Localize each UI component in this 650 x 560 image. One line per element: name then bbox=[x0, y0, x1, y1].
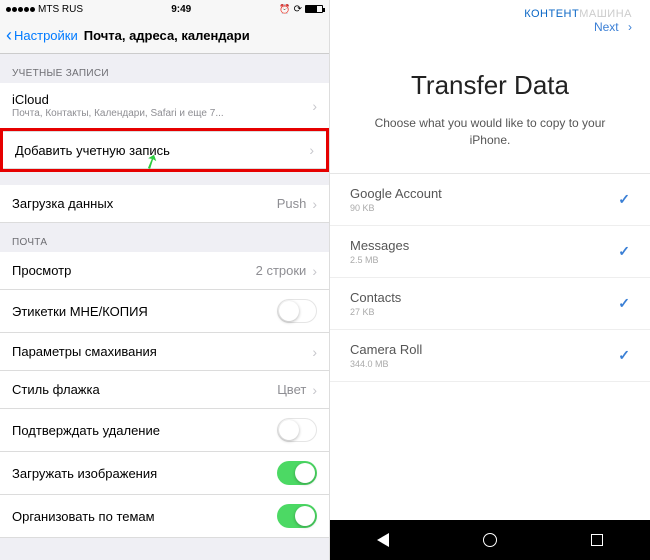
highlight-annotation: Добавить учетную запись › ➚ bbox=[0, 128, 329, 172]
chevron-right-icon[interactable]: › bbox=[625, 20, 632, 34]
watermark-part2: МАШИНА bbox=[579, 8, 632, 20]
cell-title: Подтверждать удаление bbox=[12, 423, 160, 438]
section-header-accounts: УЧЕТНЫЕ ЗАПИСИ bbox=[0, 54, 329, 83]
cell-title: Загружать изображения bbox=[12, 466, 157, 481]
cell-title: Просмотр bbox=[12, 263, 71, 278]
page-title: Почта, адреса, календари bbox=[84, 28, 250, 43]
cell-add-account[interactable]: Добавить учетную запись › bbox=[3, 131, 326, 169]
alarm-icon: ⏰ bbox=[279, 4, 290, 15]
cell-value: Push bbox=[277, 196, 307, 211]
watermark-part1: КОНТЕНТ bbox=[524, 8, 579, 20]
item-size: 27 KB bbox=[350, 307, 401, 317]
back-icon[interactable] bbox=[377, 533, 389, 547]
check-icon: ✓ bbox=[618, 191, 630, 208]
cell-fetch[interactable]: Загрузка данных Push › bbox=[0, 185, 329, 223]
cell-load-images[interactable]: Загружать изображения bbox=[0, 452, 329, 495]
cell-subtitle: Почта, Контакты, Календари, Safari и еще… bbox=[12, 108, 224, 119]
chevron-right-icon: › bbox=[312, 263, 317, 279]
chevron-right-icon: › bbox=[312, 196, 317, 212]
signal-icon bbox=[6, 7, 35, 12]
cell-icloud[interactable]: iCloud Почта, Контакты, Календари, Safar… bbox=[0, 83, 329, 129]
cell-title: iCloud bbox=[12, 92, 224, 107]
next-button[interactable]: Next bbox=[594, 20, 619, 34]
section-header-mail: ПОЧТА bbox=[0, 223, 329, 252]
orientation-lock-icon: ⟳ bbox=[294, 4, 302, 15]
cell-title: Загрузка данных bbox=[12, 196, 113, 211]
cell-value: Цвет bbox=[277, 382, 306, 397]
cell-value: 2 строки bbox=[256, 263, 307, 278]
cell-swipe-options[interactable]: Параметры смахивания › bbox=[0, 333, 329, 371]
ios-settings-screen: MTS RUS 9:49 ⏰ ⟳ ‹ Настройки Почта, адре… bbox=[0, 0, 330, 560]
chevron-right-icon: › bbox=[312, 98, 317, 114]
toggle-load-images[interactable] bbox=[277, 461, 317, 485]
cell-preview[interactable]: Просмотр 2 строки › bbox=[0, 252, 329, 290]
cell-title: Параметры смахивания bbox=[12, 344, 157, 359]
back-button[interactable]: Настройки bbox=[14, 28, 78, 43]
item-size: 2.5 MB bbox=[350, 255, 409, 265]
recent-apps-icon[interactable] bbox=[591, 534, 603, 546]
back-chevron-icon[interactable]: ‹ bbox=[6, 25, 12, 46]
toggle-organize-thread[interactable] bbox=[277, 504, 317, 528]
header: КОНТЕНТМАШИНА bbox=[330, 0, 650, 20]
page-title: Transfer Data bbox=[330, 70, 650, 101]
android-nav-bar bbox=[330, 520, 650, 560]
list-item[interactable]: Contacts 27 KB ✓ bbox=[330, 278, 650, 330]
settings-table: УЧЕТНЫЕ ЗАПИСИ iCloud Почта, Контакты, К… bbox=[0, 54, 329, 560]
cell-title: Добавить учетную запись bbox=[15, 143, 170, 158]
cell-flag-style[interactable]: Стиль флажка Цвет › bbox=[0, 371, 329, 409]
toggle-confirm-delete[interactable] bbox=[277, 418, 317, 442]
toggle-cc-labels[interactable] bbox=[277, 299, 317, 323]
chevron-right-icon: › bbox=[309, 142, 314, 158]
carrier-label: MTS RUS bbox=[38, 4, 83, 15]
item-title: Camera Roll bbox=[350, 342, 422, 357]
clock: 9:49 bbox=[171, 4, 191, 15]
item-size: 344.0 MB bbox=[350, 359, 422, 369]
cell-title: Стиль флажка bbox=[12, 382, 100, 397]
item-title: Google Account bbox=[350, 186, 442, 201]
status-bar: MTS RUS 9:49 ⏰ ⟳ bbox=[0, 0, 329, 18]
item-size: 90 KB bbox=[350, 203, 442, 213]
battery-icon bbox=[305, 5, 323, 13]
check-icon: ✓ bbox=[618, 347, 630, 364]
cell-title: Этикетки МНЕ/КОПИЯ bbox=[12, 304, 148, 319]
transfer-list: Google Account 90 KB ✓ Messages 2.5 MB ✓… bbox=[330, 173, 650, 382]
list-item[interactable]: Messages 2.5 MB ✓ bbox=[330, 226, 650, 278]
chevron-right-icon: › bbox=[312, 382, 317, 398]
item-title: Contacts bbox=[350, 290, 401, 305]
cell-cc-labels[interactable]: Этикетки МНЕ/КОПИЯ bbox=[0, 290, 329, 333]
home-icon[interactable] bbox=[483, 533, 497, 547]
check-icon: ✓ bbox=[618, 243, 630, 260]
list-item[interactable]: Google Account 90 KB ✓ bbox=[330, 174, 650, 226]
cell-title: Организовать по темам bbox=[12, 509, 155, 524]
check-icon: ✓ bbox=[618, 295, 630, 312]
android-transfer-screen: КОНТЕНТМАШИНА Next › Transfer Data Choos… bbox=[330, 0, 650, 560]
chevron-right-icon: › bbox=[312, 344, 317, 360]
cell-confirm-delete[interactable]: Подтверждать удаление bbox=[0, 409, 329, 452]
cell-organize-thread[interactable]: Организовать по темам bbox=[0, 495, 329, 538]
page-subtitle: Choose what you would like to copy to yo… bbox=[330, 101, 650, 173]
nav-bar: ‹ Настройки Почта, адреса, календари bbox=[0, 18, 329, 54]
list-item[interactable]: Camera Roll 344.0 MB ✓ bbox=[330, 330, 650, 382]
item-title: Messages bbox=[350, 238, 409, 253]
